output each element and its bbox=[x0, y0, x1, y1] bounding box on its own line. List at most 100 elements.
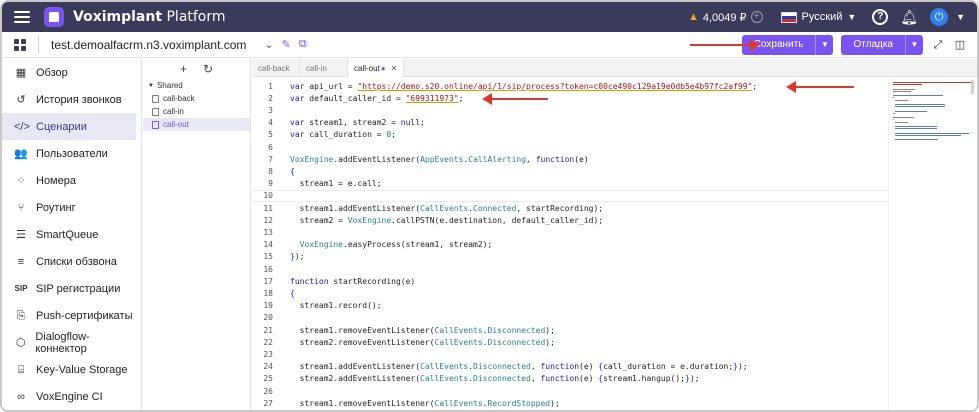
code-line[interactable]: 18 { bbox=[252, 287, 888, 299]
app-chevron-down-icon[interactable]: ⌄ bbox=[264, 38, 273, 51]
debug-button[interactable]: Отладка ▼ bbox=[841, 34, 923, 55]
code-line[interactable]: 3 bbox=[252, 104, 888, 116]
sidebar-item-voxengine-ci[interactable]: ∞ VoxEngine CI bbox=[2, 383, 136, 410]
code-line[interactable]: 6 bbox=[252, 141, 888, 153]
voximplant-logo[interactable] bbox=[44, 7, 64, 27]
code-line[interactable]: 8{ bbox=[252, 165, 888, 177]
code-minimap[interactable] bbox=[888, 78, 976, 410]
sidebar-item-sip-registrations[interactable]: SIP SIP регистрации bbox=[2, 275, 136, 302]
code-line[interactable]: 7 VoxEngine.addEventListener(AppEvents.Ca… bbox=[252, 153, 888, 165]
code-line[interactable]: 27 stream1.removeEventListener(CallEvent… bbox=[252, 397, 888, 409]
code-line[interactable]: 4 var stream1, stream2 = null; bbox=[252, 117, 888, 129]
list-icon: ≡ bbox=[17, 255, 25, 268]
menu-icon[interactable] bbox=[14, 11, 30, 23]
sidebar-item-numbers[interactable]: ⁘ Номера bbox=[2, 167, 136, 194]
code-text: var stream1, stream2 = null; bbox=[290, 118, 425, 128]
account-icon[interactable]: ⏻ bbox=[930, 8, 949, 26]
code-line[interactable]: 15}); bbox=[252, 251, 888, 263]
sidebar-item-routing[interactable]: ⑂ Роутинг bbox=[2, 194, 136, 221]
account-chevron-icon[interactable]: ▼ bbox=[956, 12, 965, 22]
sidebar-item-push-certificates[interactable]: ⎘ Push-сертификаты bbox=[2, 302, 136, 329]
minimap-scroll-indicator[interactable] bbox=[971, 80, 974, 94]
annotation-arrow-api-url bbox=[786, 81, 854, 93]
code-line[interactable]: 25 stream2.addEventListener(CallEvents.D… bbox=[252, 373, 888, 385]
divider bbox=[38, 35, 39, 54]
close-tab-icon[interactable]: ✕ bbox=[391, 64, 398, 73]
sidebar-item-label: Dialogflow-коннектор bbox=[35, 330, 90, 355]
split-view-icon[interactable]: ◫ bbox=[953, 38, 967, 52]
code-line[interactable]: 23 bbox=[252, 348, 888, 360]
tree-file-call-out[interactable]: call-out bbox=[143, 118, 250, 131]
code-line[interactable]: 11 stream1.addEventListener(CallEvents.C… bbox=[252, 202, 888, 214]
debug-dropdown-icon[interactable]: ▼ bbox=[905, 34, 923, 55]
push-icon: ⎘ bbox=[16, 309, 26, 322]
fullscreen-icon[interactable]: ⤢ bbox=[931, 38, 945, 52]
language-selector[interactable]: Русский ▼ bbox=[780, 11, 856, 23]
add-file-icon[interactable]: + bbox=[180, 62, 187, 76]
help-icon[interactable]: ? bbox=[872, 9, 889, 25]
sidebar-item-users[interactable]: 👥 Пользователи bbox=[2, 140, 136, 167]
tab-call-in[interactable]: call-in bbox=[300, 59, 348, 77]
code-line[interactable]: 12 stream2 = VoxEngine.callPSTN(e.destin… bbox=[252, 214, 888, 226]
sidebar-item-label: VoxEngine CI bbox=[36, 390, 103, 403]
balance[interactable]: ▲ 4,0049 ₽ + bbox=[688, 11, 763, 24]
sidebar-item-call-history[interactable]: ↺ История звонков bbox=[2, 86, 136, 113]
code-line[interactable]: 10 bbox=[252, 189, 888, 202]
code-text: VoxEngine.easyProcess(stream1, stream2); bbox=[299, 240, 493, 250]
minimap-line bbox=[893, 90, 911, 92]
sidebar-item-overview[interactable]: ▦ Обзор bbox=[2, 59, 136, 86]
line-number: 8 bbox=[268, 166, 273, 176]
sidebar-item-smartqueue[interactable]: ☰ SmartQueue bbox=[2, 221, 136, 248]
bell-icon[interactable]: 🔔︎ bbox=[900, 9, 918, 26]
code-line[interactable]: 22 stream2.removeEventListener(CallEvent… bbox=[252, 336, 888, 348]
tab-call-back[interactable]: call-back bbox=[252, 59, 300, 77]
annotation-arrow-save bbox=[690, 39, 760, 51]
minimap-line bbox=[893, 82, 971, 83]
code-text: stream1 = e.call; bbox=[290, 179, 382, 189]
code-line[interactable]: 5 var call_duration = 0; bbox=[252, 129, 888, 141]
brand-name: Voximplant Platform bbox=[73, 9, 226, 25]
code-text: stream1.addEventListener(CallEvents.Conn… bbox=[290, 203, 604, 213]
code-text: var default_caller_id = "699311973"; bbox=[290, 93, 464, 103]
code-line[interactable]: 19 stream1.record(); bbox=[252, 300, 888, 312]
code-line[interactable]: 2 var default_caller_id = "699311973"; bbox=[252, 92, 888, 104]
tree-file-call-back[interactable]: call-back bbox=[143, 92, 250, 105]
edit-icon[interactable]: ✎ bbox=[282, 38, 291, 51]
tree-file-call-in[interactable]: call-in bbox=[143, 105, 250, 118]
code-text: }); bbox=[290, 252, 305, 262]
sidebar-item-label: Пользователи bbox=[36, 147, 108, 160]
code-line[interactable]: 21 stream1.removeEventListener(CallEvent… bbox=[252, 324, 888, 336]
add-funds-icon[interactable]: + bbox=[750, 11, 763, 23]
line-number: 11 bbox=[263, 203, 273, 213]
copy-icon[interactable]: ⧉ bbox=[299, 38, 307, 51]
refresh-icon[interactable]: ↻ bbox=[203, 62, 213, 76]
sidebar-item-call-lists[interactable]: ≡ Списки обзвона bbox=[2, 248, 136, 275]
sidebar-item-key-value-storage[interactable]: ⌸ Key-Value Storage bbox=[2, 356, 136, 383]
sidebar-item-label: SmartQueue bbox=[36, 228, 99, 241]
line-number: 19 bbox=[263, 301, 273, 311]
top-bar: Voximplant Platform ▲ 4,0049 ₽ + Русский… bbox=[2, 2, 977, 32]
code-line[interactable]: 9 stream1 = e.call; bbox=[252, 178, 888, 190]
file-name: call-out bbox=[163, 120, 189, 129]
folder-name: Shared bbox=[156, 81, 183, 90]
tab-call-out[interactable]: call-out ● ✕ bbox=[348, 59, 405, 77]
code-line[interactable]: 20 bbox=[252, 312, 888, 324]
code-editor[interactable]: 1 var api_url = "https://demo.s20.online/… bbox=[252, 78, 888, 410]
sidebar-item-scenarios[interactable]: </> Сценарии bbox=[2, 113, 136, 140]
code-line[interactable]: 26 bbox=[252, 385, 888, 397]
code-line[interactable]: 13 bbox=[252, 226, 888, 238]
code-line[interactable]: 14 VoxEngine.easyProcess(stream1, stream… bbox=[252, 239, 888, 251]
line-number: 27 bbox=[263, 398, 273, 408]
sidebar-item-dialogflow[interactable]: ⬡ Dialogflow-коннектор bbox=[2, 329, 136, 356]
tree-folder[interactable]: ▼ Shared bbox=[143, 79, 250, 92]
code-line[interactable]: 16 bbox=[252, 263, 888, 275]
line-number: 20 bbox=[263, 313, 273, 323]
file-icon bbox=[152, 107, 159, 116]
line-number: 2 bbox=[268, 93, 273, 103]
code-line[interactable]: 24 stream1.addEventListener(CallEvents.D… bbox=[252, 361, 888, 373]
code-line[interactable]: 17 function startRecording(e) bbox=[252, 275, 888, 287]
numbers-icon: ⁘ bbox=[16, 174, 26, 187]
save-dropdown-icon[interactable]: ▼ bbox=[815, 34, 833, 55]
applications-grid-icon[interactable] bbox=[14, 38, 26, 51]
line-number: 18 bbox=[263, 288, 273, 298]
